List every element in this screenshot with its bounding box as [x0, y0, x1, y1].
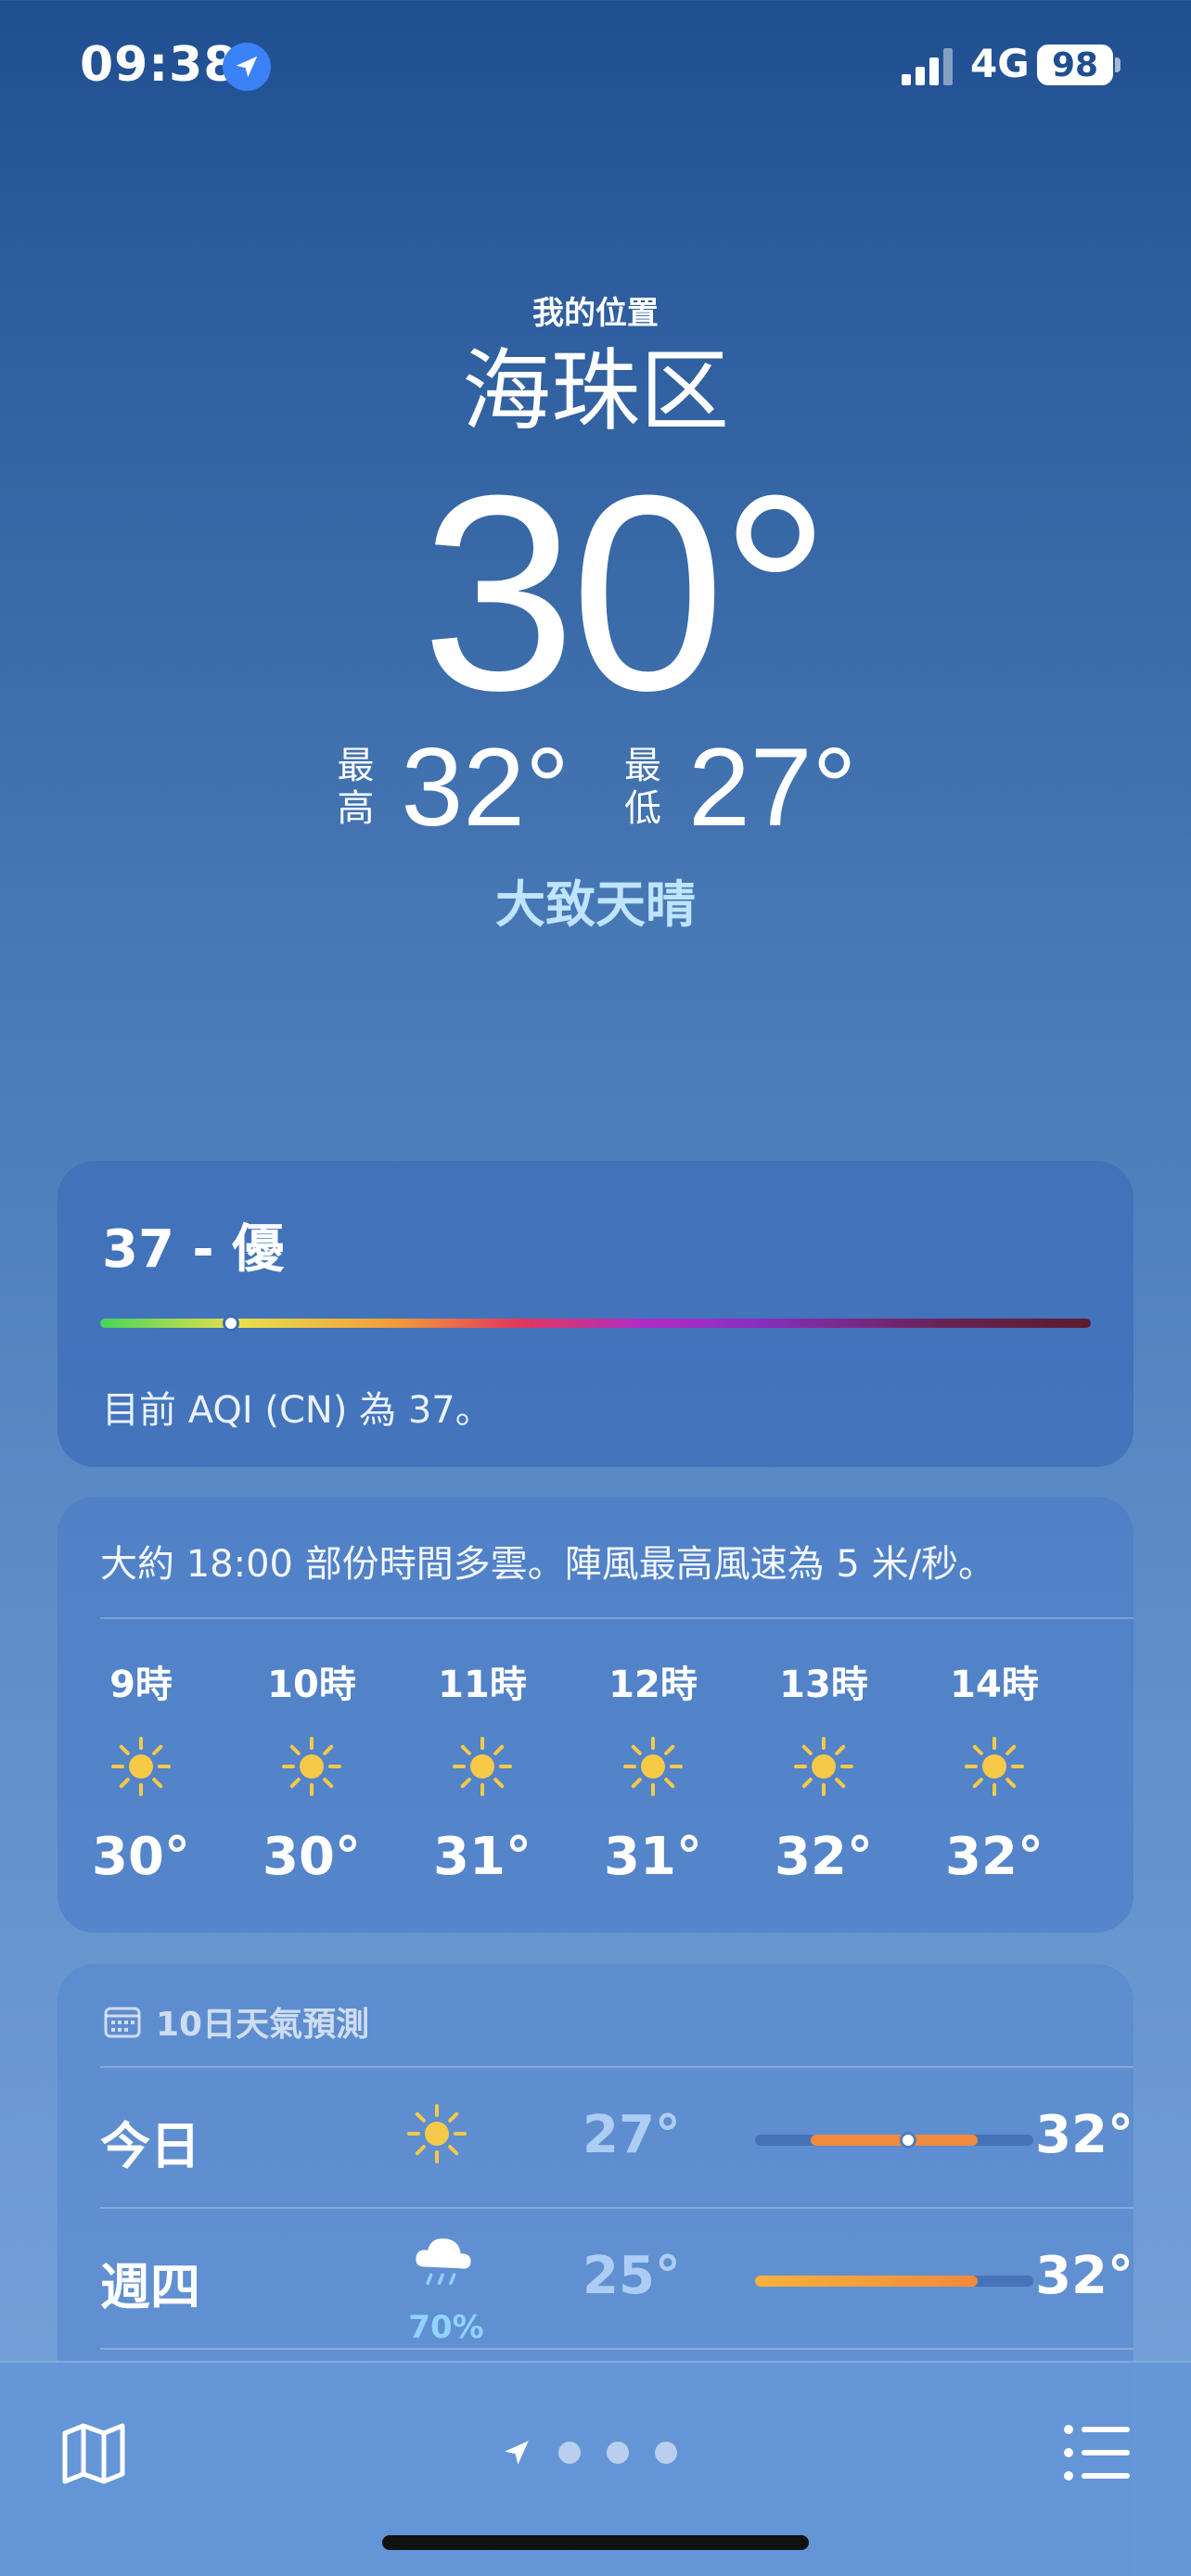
page-dot[interactable] — [655, 2442, 677, 2464]
day-low: 25° — [583, 2246, 681, 2306]
battery-nub — [1115, 57, 1121, 72]
low-temperature: 27° — [688, 725, 857, 849]
hour-temperature: 3 — [1100, 1816, 1133, 1876]
sun-icon — [965, 1737, 1024, 1796]
rain-cloud-icon — [416, 2238, 471, 2285]
sun-icon — [453, 1737, 512, 1796]
hour-label: 14時 — [950, 1664, 1039, 1706]
day-low: 27° — [583, 2105, 681, 2165]
battery-icon: 98 — [1037, 45, 1113, 85]
hourly-summary: 大約 18:00 部份時間多雲。陣風最高風速為 5 米/秒。 — [100, 1543, 996, 1586]
status-bar: 09:38 4G 98 — [0, 0, 1191, 139]
aqi-value: 37 - 優 — [102, 1219, 285, 1280]
hour-label: 1 — [1100, 1654, 1133, 1697]
low-label: 最低 — [624, 745, 661, 830]
hourly-card[interactable]: 大約 18:00 部份時間多雲。陣風最高風速為 5 米/秒。 9時 30° 10時… — [58, 1497, 1133, 1932]
day-high: 32° — [1035, 2246, 1133, 2306]
my-location-label: 我的位置 — [532, 295, 659, 332]
day-high: 32° — [1035, 2105, 1133, 2165]
hourly-item: 1 3 — [1100, 1654, 1133, 1876]
aqi-description: 目前 AQI (CN) 為 37。 — [102, 1389, 493, 1432]
hour-temperature: 31° — [604, 1827, 702, 1887]
sun-icon — [282, 1737, 341, 1796]
forecast-day-row[interactable]: 週四 70% 25° 32° — [100, 2209, 1133, 2348]
network-type: 4G — [970, 41, 1030, 86]
hourly-divider — [100, 1617, 1133, 1619]
precipitation-chance: 70% — [408, 2309, 484, 2346]
sun-icon — [623, 1737, 683, 1796]
page-indicator[interactable] — [501, 2437, 677, 2468]
aqi-scale-bar — [100, 1319, 1091, 1328]
hour-temperature: 32° — [945, 1827, 1044, 1887]
hourly-item: 13時 32° — [759, 1654, 889, 1887]
sun-icon — [111, 1737, 171, 1796]
page-dot[interactable] — [558, 2442, 581, 2464]
forecast-divider — [100, 2348, 1133, 2350]
hourly-item: 9時 30° — [76, 1654, 206, 1887]
city-name: 海珠区 — [462, 339, 729, 443]
calendar-icon — [104, 2007, 141, 2038]
forecast-title: 10日天氣預測 — [156, 2006, 370, 2044]
weather-header: 我的位置 海珠区 30° 最高 32° 最低 27° 大致天晴 — [0, 278, 1191, 937]
aqi-indicator — [223, 1315, 239, 1332]
day-name: 週四 — [100, 2258, 200, 2316]
cellular-signal-icon — [902, 48, 953, 85]
sun-icon — [407, 2104, 467, 2163]
temperature-range-fill — [755, 2276, 978, 2287]
list-icon[interactable] — [1063, 2420, 1132, 2485]
sun-icon — [794, 1737, 853, 1796]
condition-text: 大致天晴 — [495, 875, 696, 934]
hour-temperature: 32° — [775, 1827, 873, 1887]
hourly-item: 10時 30° — [247, 1654, 377, 1887]
hour-label: 12時 — [608, 1664, 698, 1706]
status-time: 09:38 — [80, 37, 238, 93]
hour-label: 13時 — [779, 1664, 868, 1706]
high-low: 最高 32° 最低 27° — [0, 732, 1191, 843]
hourly-item: 12時 31° — [588, 1654, 718, 1887]
hour-temperature: 30° — [263, 1827, 361, 1887]
hour-label: 9時 — [109, 1664, 173, 1706]
forecast-day-row[interactable]: 今日 27° 32° — [100, 2068, 1133, 2207]
hour-label: 10時 — [267, 1664, 356, 1706]
current-temperature-dot — [900, 2132, 916, 2149]
hour-temperature: 31° — [433, 1827, 531, 1887]
forecast-header: 10日天氣預測 — [104, 1997, 369, 2046]
hour-temperature: 30° — [92, 1827, 190, 1887]
hour-label: 11時 — [438, 1664, 527, 1706]
high-temperature: 32° — [401, 725, 570, 849]
temperature-range-bar — [755, 2276, 1033, 2287]
hourly-item: 14時 32° — [929, 1654, 1059, 1887]
location-arrow-icon — [223, 43, 271, 91]
temperature-range-bar — [755, 2132, 1033, 2149]
current-location-page-icon[interactable] — [501, 2437, 532, 2468]
temperature-range-fill — [811, 2135, 978, 2146]
page-dot[interactable] — [607, 2442, 629, 2464]
hourly-item: 11時 31° — [417, 1654, 547, 1887]
home-indicator[interactable] — [382, 2535, 809, 2550]
current-temperature: 30° — [421, 437, 831, 748]
high-label: 最高 — [337, 745, 375, 830]
aqi-card[interactable]: 37 - 優 目前 AQI (CN) 為 37。 — [58, 1161, 1133, 1467]
day-name: 今日 — [100, 2117, 200, 2175]
map-icon[interactable] — [59, 2418, 128, 2487]
